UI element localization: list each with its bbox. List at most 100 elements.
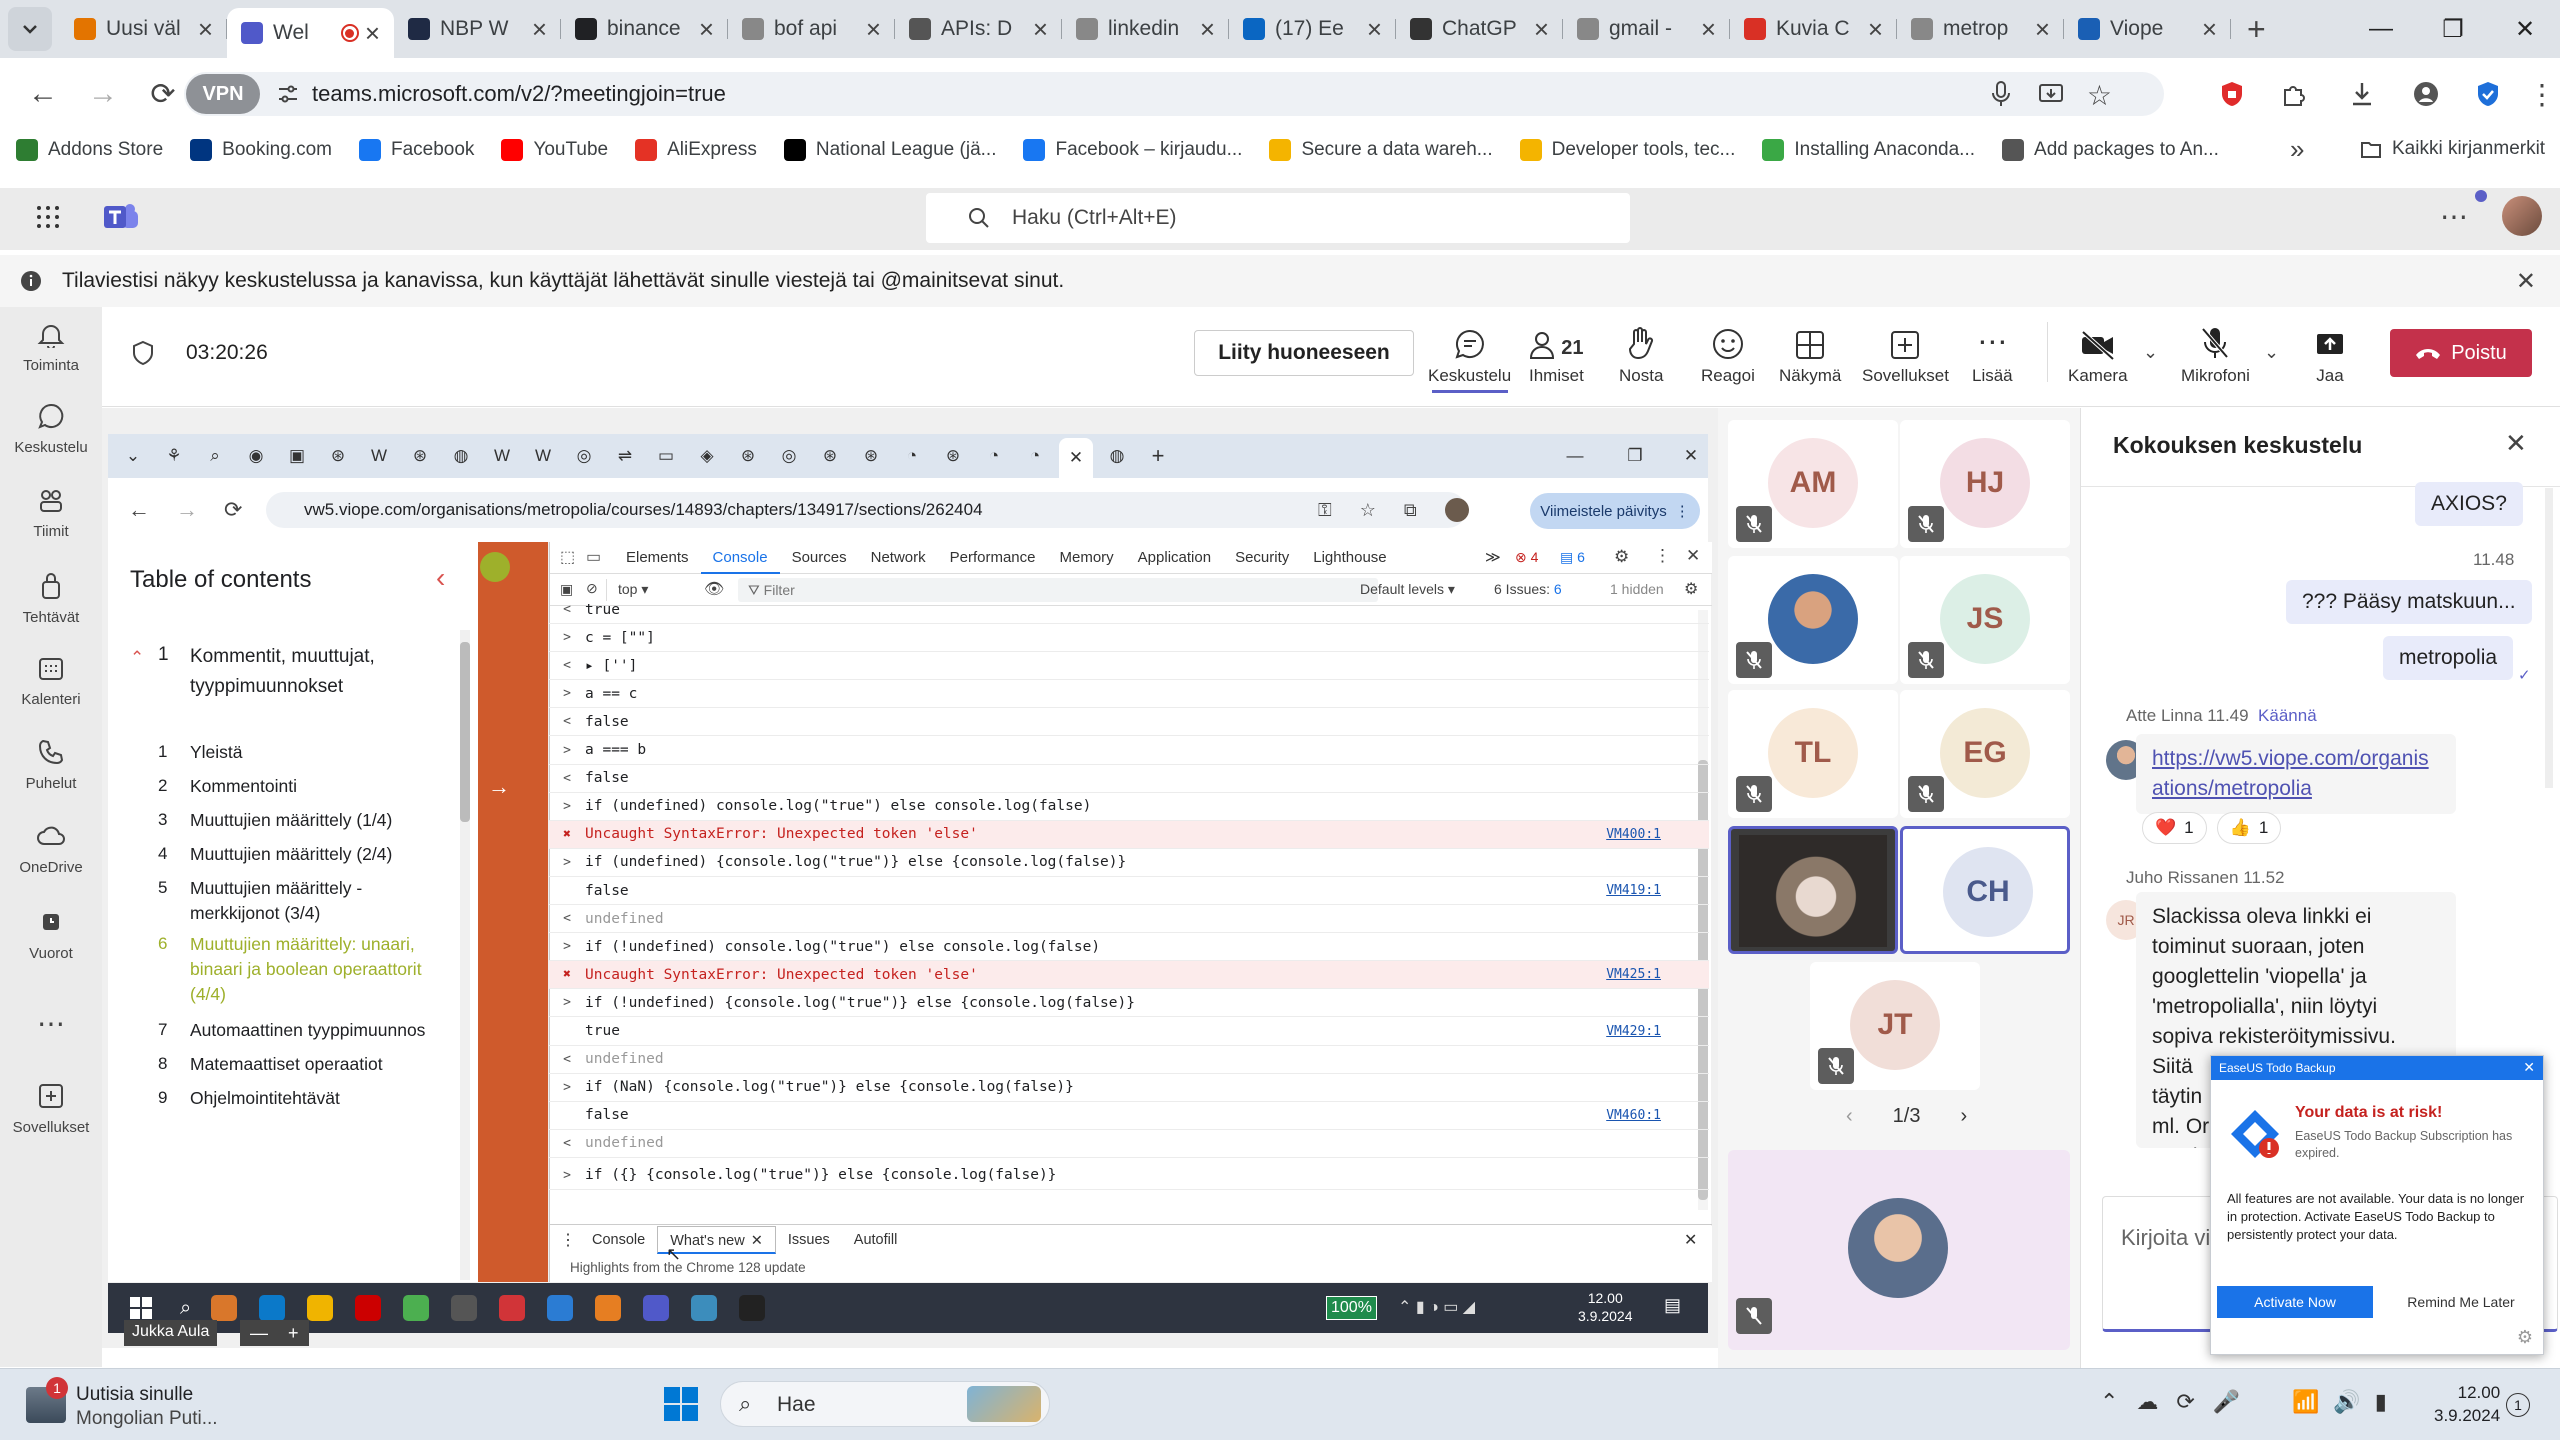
console-line[interactable]: false VM460:1 [549,1102,1709,1130]
rail-item[interactable]: Tiimit [0,483,102,540]
console-line[interactable]: > if ({} {console.log("true")} else {cons… [549,1162,1709,1190]
participant-tile[interactable]: JS [1900,556,2070,684]
toc-item[interactable]: Ohjelmointitehtävät [190,1086,340,1111]
rail-item[interactable]: Puhelut [0,735,102,792]
console-line[interactable]: > if (undefined) console.log("true") else… [549,793,1709,821]
close-tab-button[interactable]: × [1200,14,1215,45]
browser-tab[interactable]: Uusi väl × [60,7,227,51]
browser-tab[interactable]: (17) Ee × [1229,7,1396,51]
extension-icon[interactable]: ⧉ [1404,500,1417,521]
more-tabs-button[interactable]: ≫ [1485,548,1501,566]
toc-item[interactable]: Automaattinen tyyppimuunnos [190,1018,425,1043]
close-tab-button[interactable]: × [1868,14,1883,45]
toc-item[interactable]: Muuttujien määrittely: unaari, binaari ja… [190,932,422,1007]
chat-message-own[interactable]: ??? Pääsy matskuun... [2286,580,2532,624]
minimize-button[interactable]: — [2345,0,2417,58]
console-line[interactable]: > if (!undefined) {console.log("true")} e… [549,989,1709,1018]
camera-options-chevron-icon[interactable]: ⌄ [2143,342,2158,363]
drawer-tab[interactable]: Console [580,1226,657,1254]
next-page-button[interactable]: › [1960,1105,1967,1128]
device-toggle-icon[interactable]: ▭ [586,547,601,567]
browser-tab[interactable]: ChatGP × [1396,7,1563,51]
browser-tab[interactable]: linkedin × [1062,7,1229,51]
console-line[interactable]: ✖ Uncaught SyntaxError: Unexpected token … [549,961,1709,990]
tab-list-chevron-icon[interactable]: ⌄ [116,441,150,471]
console-line[interactable]: > a == c [549,680,1709,709]
network-volume-battery[interactable]: 📶🔊▮ [2292,1389,2401,1415]
previous-page-button[interactable]: ‹ [1846,1105,1853,1128]
chat-link-message[interactable]: https://vw5.viope.com/organis ations/metr… [2136,734,2456,814]
shared-browser-tab[interactable]: ⚘ [157,441,191,471]
camera-button[interactable]: Kamera [2068,320,2128,386]
rail-item[interactable]: Tehtävät [0,569,102,626]
participant-tile[interactable] [1728,556,1898,684]
source-link[interactable]: VM400:1 [1606,827,1661,842]
rail-item[interactable]: OneDrive [0,819,102,876]
toc-item[interactable]: Muuttujien määrittely (2/4) [190,842,392,867]
bookmark-item[interactable]: Addons Store [16,139,163,161]
browser-tab[interactable]: NBP W × [394,7,561,51]
message-count-badge[interactable]: ▤ 6 [1560,549,1585,566]
close-tab-button[interactable]: × [365,18,380,49]
clear-console-icon[interactable]: ⊘ [586,580,598,597]
shared-browser-tab[interactable]: ◎ [567,441,601,471]
back-button[interactable]: ← [16,67,70,121]
close-tab-button[interactable]: × [866,14,881,45]
shared-browser-tab[interactable]: ◍ [444,441,478,471]
console-line[interactable]: > c = [""] [549,624,1709,653]
close-tab-button[interactable]: × [2035,14,2050,45]
devtools-close-button[interactable]: ✕ [1686,546,1700,566]
github-tab-icon[interactable]: ◍ [1100,441,1134,471]
shared-new-tab-button[interactable]: + [1141,441,1175,471]
shared-browser-tab[interactable]: ⊛ [854,441,888,471]
browser-tab[interactable]: Viope × [2064,7,2231,51]
bookmark-item[interactable]: Facebook – kirjaudu... [1023,139,1242,161]
participant-tile[interactable]: CH [1900,826,2070,954]
notification-count[interactable]: 1 [2506,1393,2530,1417]
console-line[interactable]: < false [549,708,1709,737]
source-link[interactable]: VM460:1 [1606,1108,1661,1123]
taskbar-app-icon[interactable] [355,1295,382,1321]
vpn-badge[interactable]: VPN [186,74,260,114]
link-line[interactable]: ations/metropolia [2152,774,2440,804]
chapter-collapse-icon[interactable]: ⌃ [130,648,144,668]
shared-browser-tab[interactable]: ⊛ [403,441,437,471]
bookmark-item[interactable]: Secure a data wareh... [1269,139,1493,161]
toc-item[interactable]: Kommentointi [190,774,297,799]
user-avatar[interactable] [2502,196,2542,236]
popup-settings-gear-icon[interactable]: ⚙ [2517,1327,2533,1348]
devtools-settings-gear-icon[interactable]: ⚙ [1614,547,1629,567]
install-app-icon[interactable] [2038,81,2064,107]
taskbar-app-icon[interactable] [691,1295,718,1321]
participant-tile[interactable] [1728,826,1898,954]
bookmark-item[interactable]: AliExpress [635,139,757,161]
bookmark-item[interactable]: Booking.com [190,139,332,161]
shared-browser-tab[interactable]: ⌕ [198,441,232,471]
console-line[interactable]: > if (NaN) {console.log("true")} else {co… [549,1074,1709,1102]
address-bar[interactable]: VPN teams.microsoft.com/v2/?meetingjoin=… [184,72,2164,116]
all-bookmarks-button[interactable]: Kaikki kirjanmerkit [2360,138,2545,160]
participant-tile[interactable]: EG [1900,690,2070,818]
system-tray[interactable]: ⌃☁⟳🎤 [2100,1389,2258,1415]
console-line[interactable]: false VM419:1 [549,877,1709,905]
devtools-tab[interactable]: Application [1126,542,1223,574]
console-line[interactable]: < false [549,765,1709,793]
shared-browser-tab[interactable]: W [485,441,519,471]
shared-browser-tab[interactable]: ◉ [239,441,273,471]
microphone-button[interactable]: Mikrofoni [2181,320,2250,386]
shared-browser-tab[interactable]: ⊛ [731,441,765,471]
shared-browser-tab[interactable]: W [362,441,396,471]
close-tab-button[interactable]: × [1534,14,1549,45]
profile-icon[interactable] [2408,76,2444,112]
rail-item[interactable]: Vuorot [0,905,102,962]
close-tab-icon[interactable]: ✕ [751,1233,763,1249]
toc-item[interactable]: Muuttujien määrittely (1/4) [190,808,392,833]
close-drawer-button[interactable]: ✕ [1684,1230,1697,1250]
devtools-tab[interactable]: Security [1223,542,1301,574]
taskbar-app-icon[interactable] [259,1295,286,1321]
bookmark-star-icon[interactable]: ☆ [2087,79,2112,112]
console-line[interactable]: < undefined [549,1046,1709,1074]
browser-menu-button[interactable]: ⋮ [2528,78,2556,111]
apps-button[interactable]: Sovellukset [1862,320,1949,386]
restore-button[interactable]: ❐ [2417,0,2489,58]
